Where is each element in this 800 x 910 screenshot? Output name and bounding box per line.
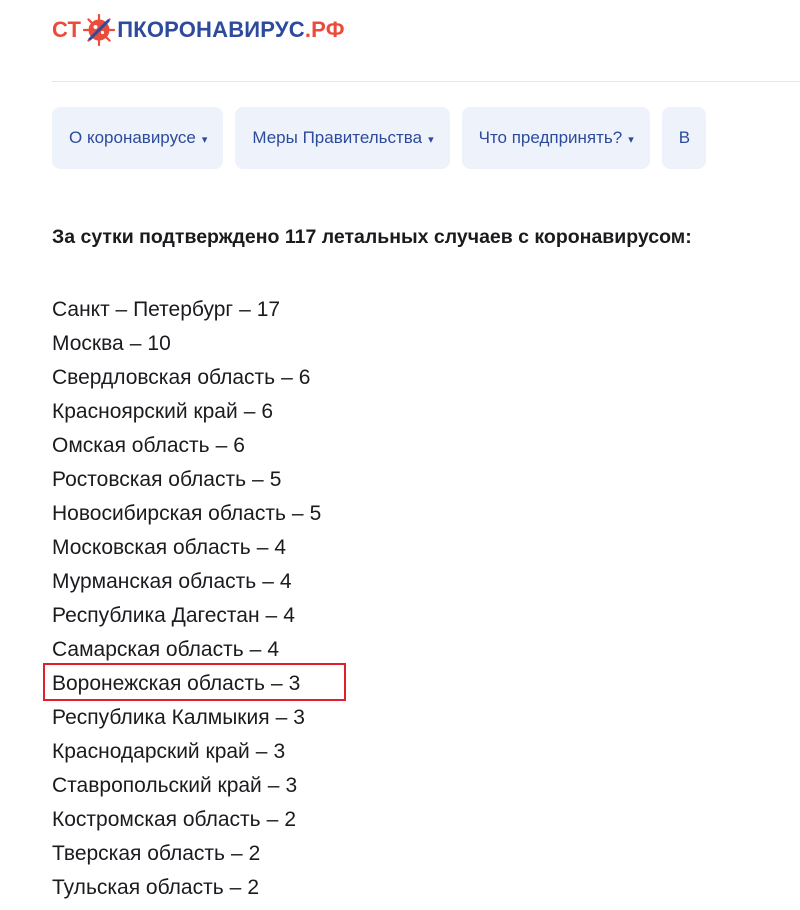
nav-item-what-to-do[interactable]: Что предпринять? ▾ <box>461 107 650 169</box>
list-item: Тульская область –2 <box>52 871 321 905</box>
caret-down-icon: ▾ <box>201 133 208 146</box>
nav-item-label: В <box>678 128 691 147</box>
page: СТ ПКОРОНАВИРУС .РФ О коронавирусе ▾ Мер… <box>0 0 800 910</box>
separator-dash: – <box>267 774 280 797</box>
region-name: Мурманская область <box>52 570 257 593</box>
separator-dash: – <box>266 808 279 831</box>
death-count: 6 <box>233 434 245 457</box>
logo-text-start: СТ <box>52 17 82 42</box>
list-item: Мурманская область –4 <box>52 565 321 599</box>
separator-dash: – <box>255 740 268 763</box>
list-item: Самарская область –4 <box>52 633 321 667</box>
list-item: Ростовская область –5 <box>52 463 321 497</box>
region-name: Красноярский край <box>52 400 238 423</box>
list-item: Новосибирская область –5 <box>52 497 321 531</box>
death-count: 6 <box>261 400 274 423</box>
region-name: Костромская область <box>52 808 261 831</box>
region-name: Омская область <box>52 434 210 457</box>
separator-dash: – <box>265 604 278 627</box>
main-nav: О коронавирусе ▾ Меры Правительства ▾ Чт… <box>52 107 707 169</box>
separator-dash: – <box>262 570 274 593</box>
list-item: Республика Дагестан –4 <box>52 599 321 633</box>
nav-item-government-measures[interactable]: Меры Правительства ▾ <box>235 107 450 169</box>
region-name: Ростовская область <box>52 468 247 491</box>
region-name: Москва <box>52 332 124 355</box>
list-item: Костромская область –2 <box>52 803 321 837</box>
separator-dash: – <box>249 638 262 661</box>
virus-stop-icon <box>83 13 116 47</box>
nav-item-label: Меры Правительства <box>252 128 423 147</box>
death-count: 6 <box>298 366 311 389</box>
region-name: Самарская область <box>52 638 244 661</box>
region-name: Краснодарский край <box>52 740 250 763</box>
list-item: Свердловская область –6 <box>52 361 321 395</box>
death-count: 4 <box>274 536 287 559</box>
region-name: Тульская область <box>52 876 224 899</box>
nav-item-label: Что предпринять? <box>478 128 623 147</box>
list-item: Москва –10 <box>52 327 321 361</box>
separator-dash: – <box>215 434 228 457</box>
logo-text-main: ПКОРОНАВИРУС <box>117 17 305 42</box>
region-name: Ставропольский край <box>52 774 262 797</box>
death-count: 5 <box>269 468 282 491</box>
nav-item-about-coronavirus[interactable]: О коронавирусе ▾ <box>52 107 224 169</box>
death-count: 10 <box>147 332 171 355</box>
death-count: 5 <box>309 502 322 525</box>
region-name: Республика Калмыкия <box>52 706 270 729</box>
separator-dash: – <box>230 842 243 865</box>
caret-down-icon: ▾ <box>428 133 434 146</box>
region-name: Республика Дагестан <box>52 604 260 627</box>
region-name: Новосибирская область <box>52 502 286 525</box>
site-logo[interactable]: СТ ПКОРОНАВИРУС .РФ <box>52 12 345 48</box>
list-item: Московская область –4 <box>52 531 321 565</box>
separator-dash: – <box>129 332 142 355</box>
list-item: Красноярский край –6 <box>52 395 321 429</box>
death-count: 3 <box>285 774 298 797</box>
list-item: Краснодарский край –3 <box>52 735 321 769</box>
region-name: Тверская область <box>52 842 225 865</box>
logo-text-domain: .РФ <box>304 17 345 42</box>
region-list: Санкт – Петербург –17 Москва –10 Свердловска… <box>52 293 321 905</box>
death-count: 4 <box>283 604 295 627</box>
region-name: Свердловская область <box>52 366 276 389</box>
list-item: Ставропольский край –3 <box>52 769 321 803</box>
death-count: 17 <box>256 298 281 321</box>
list-item: Тверская область –2 <box>52 837 321 871</box>
separator-dash: – <box>256 536 269 559</box>
death-count: 2 <box>248 842 261 865</box>
highlight-box <box>43 663 346 701</box>
death-count: 4 <box>267 638 280 661</box>
death-count: 3 <box>293 706 305 729</box>
list-item: Санкт – Петербург –17 <box>52 293 321 327</box>
page-headline: За сутки подтверждено 117 летальных случ… <box>52 226 692 248</box>
separator-dash: – <box>291 502 304 525</box>
death-count: 3 <box>273 740 286 763</box>
separator-dash: – <box>243 400 256 423</box>
header-divider <box>52 81 800 82</box>
death-count: 2 <box>284 808 296 831</box>
death-count: 4 <box>279 570 292 593</box>
list-item: Республика Калмыкия –3 <box>52 701 321 735</box>
list-item: Омская область –6 <box>52 429 321 463</box>
caret-down-icon: ▾ <box>628 133 634 146</box>
separator-dash: – <box>229 876 242 899</box>
separator-dash: – <box>252 468 264 491</box>
separator-dash: – <box>239 298 251 321</box>
region-name: Московская область <box>52 536 251 559</box>
separator-dash: – <box>281 366 293 389</box>
nav-item-label: О коронавирусе <box>69 128 196 147</box>
separator-dash: – <box>275 706 288 729</box>
region-name: Санкт – Петербург <box>52 298 234 321</box>
death-count: 2 <box>247 876 260 899</box>
nav-item-partial[interactable]: В <box>661 107 707 169</box>
